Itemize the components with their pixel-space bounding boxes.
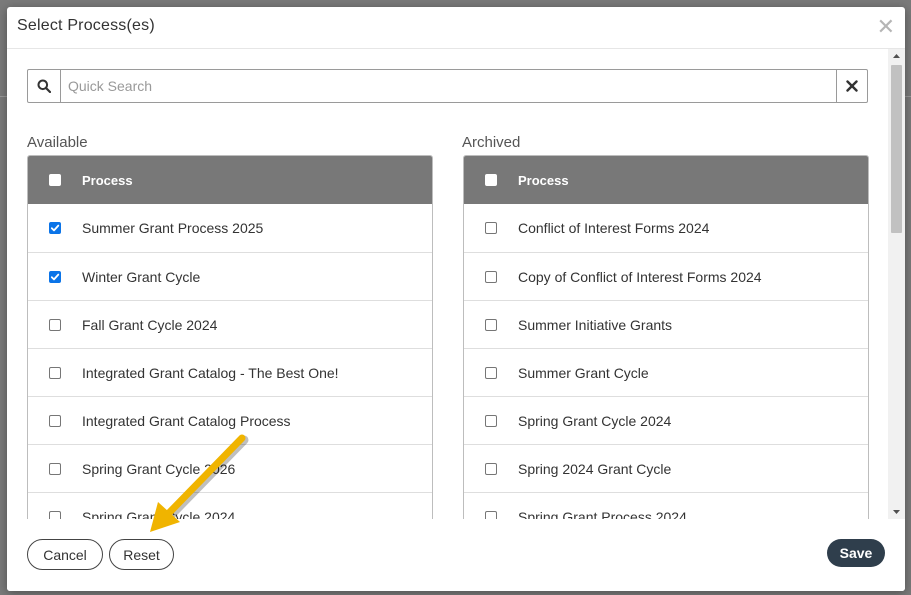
process-label: Spring Grant Cycle 2024	[82, 508, 236, 520]
process-label: Copy of Conflict of Interest Forms 2024	[518, 268, 762, 285]
search-input[interactable]	[62, 70, 836, 102]
process-label: Fall Grant Cycle 2024	[82, 316, 218, 333]
checkbox-checked[interactable]	[49, 270, 61, 283]
process-label: Spring Grant Cycle 2024	[518, 412, 672, 429]
available-list: Process Summer Grant Process 2025 Winter …	[27, 155, 433, 519]
list-item[interactable]: Summer Grant Process 2025	[28, 204, 432, 252]
column-header-process: Process	[518, 172, 569, 188]
list-item[interactable]: Summer Grant Cycle	[464, 348, 868, 396]
scroll-down-icon[interactable]	[888, 505, 905, 519]
available-list-header: Process	[28, 156, 432, 204]
checkbox[interactable]	[485, 366, 497, 379]
search-icon[interactable]	[28, 70, 61, 102]
clear-icon[interactable]	[836, 70, 867, 102]
checkbox[interactable]	[49, 318, 61, 331]
checkbox-checked[interactable]	[49, 222, 61, 234]
checkbox[interactable]	[485, 270, 497, 283]
checkbox[interactable]	[49, 414, 61, 427]
archived-list-header: Process	[464, 156, 868, 204]
process-label: Conflict of Interest Forms 2024	[518, 220, 710, 236]
scroll-up-icon[interactable]	[888, 49, 905, 63]
process-label: Summer Grant Process 2025	[82, 220, 264, 236]
available-select-all-checkbox[interactable]	[49, 174, 61, 186]
scrollbar[interactable]	[888, 49, 905, 519]
quick-search	[27, 69, 868, 103]
modal-header: Select Process(es) ✕	[7, 7, 905, 49]
list-item[interactable]: Spring Grant Cycle 2024	[28, 492, 432, 519]
list-item[interactable]: Fall Grant Cycle 2024	[28, 300, 432, 348]
list-item[interactable]: Winter Grant Cycle	[28, 252, 432, 300]
list-item[interactable]: Spring Grant Cycle 2026	[28, 444, 432, 492]
scroll-thumb[interactable]	[891, 65, 902, 233]
checkbox[interactable]	[485, 414, 497, 427]
process-label: Spring Grant Cycle 2026	[82, 460, 236, 477]
checkbox[interactable]	[485, 318, 497, 331]
process-label: Summer Initiative Grants	[518, 316, 673, 333]
checkbox[interactable]	[485, 222, 497, 234]
checkbox[interactable]	[485, 510, 497, 519]
save-button[interactable]: Save	[827, 539, 885, 567]
select-process-modal: Select Process(es) ✕ Available Archived	[7, 7, 905, 591]
cancel-button[interactable]: Cancel	[27, 539, 103, 570]
check-icon	[50, 224, 60, 232]
list-item[interactable]: Integrated Grant Catalog Process	[28, 396, 432, 444]
archived-label: Archived	[462, 134, 521, 151]
process-label: Integrated Grant Catalog Process	[82, 412, 291, 429]
list-item[interactable]: Conflict of Interest Forms 2024	[464, 204, 868, 252]
modal-footer: Cancel Reset Save	[7, 519, 905, 591]
process-label: Spring 2024 Grant Cycle	[518, 460, 672, 477]
archived-list: Process Conflict of Interest Forms 2024 C…	[463, 155, 869, 519]
process-label: Summer Grant Cycle	[518, 364, 649, 381]
check-icon	[50, 273, 60, 280]
list-item[interactable]: Integrated Grant Catalog - The Best One!	[28, 348, 432, 396]
checkbox[interactable]	[49, 510, 61, 519]
list-item[interactable]: Spring 2024 Grant Cycle	[464, 444, 868, 492]
close-icon[interactable]: ✕	[877, 16, 895, 38]
modal-body: Available Archived Process Summer Grant …	[7, 49, 888, 519]
archived-select-all-checkbox[interactable]	[485, 174, 497, 186]
list-item[interactable]: Copy of Conflict of Interest Forms 2024	[464, 252, 868, 300]
modal-title: Select Process(es)	[17, 17, 155, 34]
column-header-process: Process	[82, 172, 133, 188]
checkbox[interactable]	[485, 462, 497, 475]
list-item[interactable]: Spring Grant Cycle 2024	[464, 396, 868, 444]
available-label: Available	[27, 134, 88, 151]
list-item[interactable]: Summer Initiative Grants	[464, 300, 868, 348]
list-item[interactable]: Spring Grant Process 2024	[464, 492, 868, 519]
process-label: Integrated Grant Catalog - The Best One!	[82, 364, 339, 381]
reset-button[interactable]: Reset	[109, 539, 174, 570]
process-label: Spring Grant Process 2024	[518, 508, 687, 520]
checkbox[interactable]	[49, 462, 61, 475]
process-label: Winter Grant Cycle	[82, 268, 201, 285]
checkbox[interactable]	[49, 366, 61, 379]
